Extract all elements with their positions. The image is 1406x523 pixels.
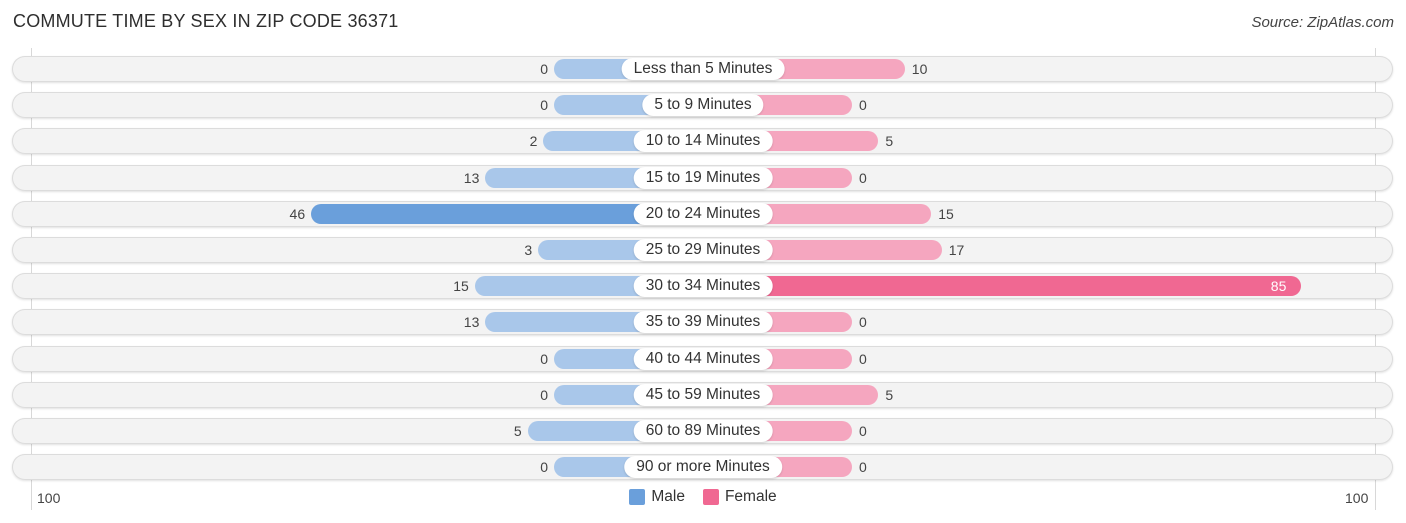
value-label-female: 0 (859, 97, 867, 114)
category-label: 40 to 44 Minutes (633, 347, 773, 370)
value-label-female: 0 (859, 423, 867, 439)
category-label: 20 to 24 Minutes (633, 202, 773, 225)
value-label-female: 0 (859, 459, 867, 476)
value-label-male: 13 (463, 314, 480, 331)
category-label: 60 to 89 Minutes (633, 420, 773, 442)
category-label: 5 to 9 Minutes (642, 94, 764, 117)
value-label-male: 5 (513, 423, 522, 439)
value-label-male: 0 (540, 350, 548, 367)
value-label-male: 0 (540, 97, 548, 114)
chart-area: Less than 5 Minutes 0 10 5 to 9 Minutes 0 0 10… (0, 0, 1406, 523)
category-label: 15 to 19 Minutes (633, 166, 773, 189)
value-label-male: 0 (540, 459, 548, 476)
category-label: 35 to 39 Minutes (633, 311, 773, 334)
value-label-female: 0 (859, 350, 867, 367)
value-label-female: 17 (948, 242, 965, 258)
legend-swatch-female (702, 489, 719, 505)
value-label-female: 0 (859, 314, 867, 331)
value-label-male: 0 (540, 61, 548, 77)
value-label-female: 15 (938, 205, 954, 222)
value-label-female: 5 (885, 133, 894, 150)
category-label: 25 to 29 Minutes (633, 239, 773, 261)
bar-female[interactable] (683, 276, 1301, 297)
category-label: Less than 5 Minutes (621, 58, 785, 80)
legend-label-male: Male (651, 488, 685, 505)
value-label-female: 0 (859, 169, 867, 186)
category-label: 30 to 34 Minutes (633, 275, 773, 298)
value-label-male: 3 (524, 242, 533, 258)
value-label-female: 5 (885, 386, 894, 403)
legend-item-female[interactable]: Female (702, 488, 777, 506)
value-label-male: 13 (463, 169, 480, 186)
value-label-female: 10 (911, 61, 928, 77)
legend: Male Female (0, 488, 1406, 506)
category-label: 45 to 59 Minutes (633, 383, 773, 406)
legend-swatch-male (629, 489, 646, 505)
legend-item-male[interactable]: Male (629, 488, 685, 506)
value-label-female: 85 (1270, 278, 1287, 295)
category-label: 10 to 14 Minutes (633, 130, 773, 153)
value-label-male: 2 (529, 133, 538, 150)
value-label-male: 46 (289, 205, 306, 222)
legend-label-female: Female (724, 488, 777, 505)
category-label: 90 or more Minutes (624, 456, 782, 479)
value-label-male: 15 (453, 278, 469, 295)
value-label-male: 0 (540, 386, 548, 403)
